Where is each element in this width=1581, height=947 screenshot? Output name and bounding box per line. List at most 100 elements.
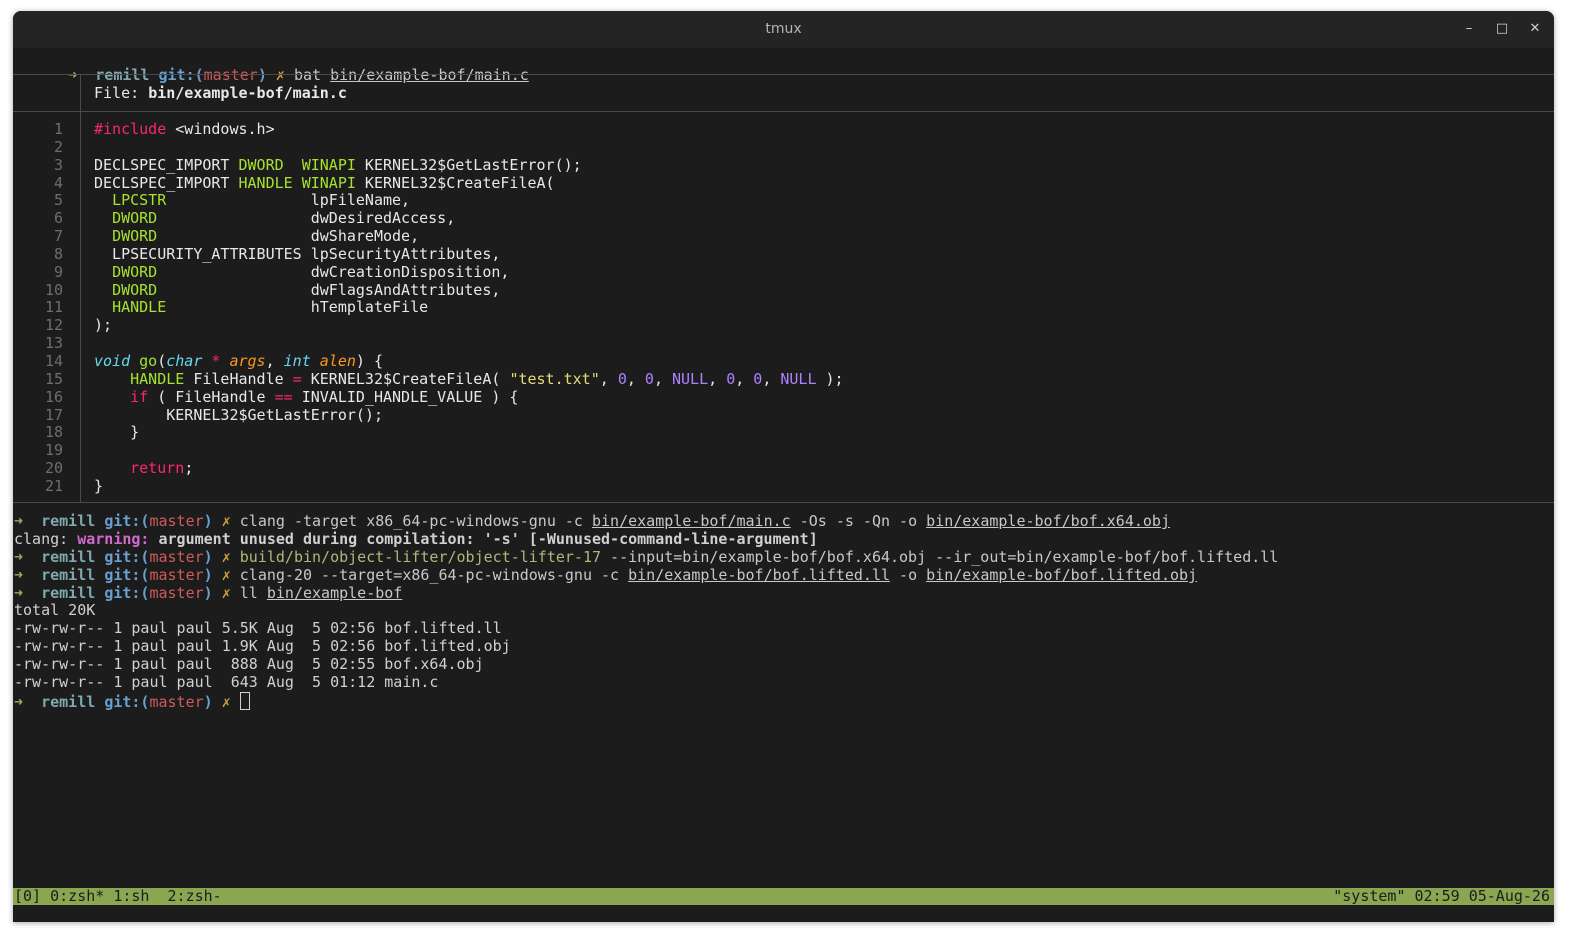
prompt-line: ➜ remill git:(master) ✗ build/bin/object… — [14, 548, 1279, 566]
maximize-icon[interactable]: □ — [1492, 19, 1512, 39]
command-text: clang -target x86_64-pc-windows-gnu -c — [239, 512, 592, 530]
command-name: ll — [239, 584, 267, 602]
code-token: 0 — [726, 369, 736, 388]
code-token: void — [94, 351, 131, 370]
code-token: } — [94, 476, 104, 495]
terminal-cursor[interactable] — [239, 692, 250, 710]
warning-prefix: clang: — [14, 530, 78, 548]
code-token: KERNEL32$CreateFileA( — [355, 173, 555, 192]
line-number: 15 — [44, 369, 63, 388]
code-token: DWORD — [112, 227, 158, 246]
bat-top-rule — [13, 74, 1554, 75]
line-number: 10 — [44, 280, 63, 299]
warning-label: warning: — [77, 530, 150, 548]
code-token: HANDLE — [112, 298, 167, 317]
code-token: #include — [94, 120, 167, 138]
window-title: tmux — [765, 21, 802, 37]
line-number: 11 — [44, 298, 63, 317]
code-token: int — [283, 351, 311, 370]
close-icon[interactable]: ✕ — [1525, 19, 1545, 39]
line-number: 16 — [44, 387, 63, 406]
code-token: DWORD — [112, 280, 158, 299]
command-text: clang-20 --target=x86_64-pc-windows-gnu … — [239, 566, 629, 584]
source-code: #include <windows.h> DECLSPEC_IMPORT DWO… — [94, 120, 844, 495]
code-token: 0 — [617, 369, 627, 388]
code-token: DECLSPEC_IMPORT — [94, 173, 239, 192]
code-token: KERNEL32$GetLastError(); — [355, 155, 582, 174]
bat-header-rule — [13, 111, 1554, 112]
code-token: ); — [816, 369, 844, 388]
code-token: lpFileName, — [166, 191, 411, 210]
line-number: 4 — [53, 173, 63, 192]
command-text: -o — [890, 566, 927, 584]
code-token: dwCreationDisposition, — [157, 262, 510, 281]
command-text: --input=bin/example-bof/bof.x64.obj --ir… — [601, 548, 1279, 566]
ls-row: -rw-rw-r-- 1 paul paul 643 Aug 5 01:12 m… — [14, 673, 439, 691]
code-token: DWORD — [112, 209, 158, 228]
code-token: WINAPI — [301, 173, 356, 192]
line-number: 13 — [44, 334, 63, 353]
ls-total: total 20K — [14, 601, 96, 619]
prompt-line: ➜ remill git:(master) ✗ ll bin/example-b… — [14, 584, 403, 602]
code-token: ); — [94, 316, 113, 335]
line-number: 19 — [44, 441, 63, 460]
code-token: "test.txt" — [509, 369, 600, 388]
code-token: ( FileHandle — [148, 387, 275, 406]
bat-gutter-divider — [80, 111, 81, 502]
code-token: DWORD — [238, 155, 284, 174]
code-token: dwDesiredAccess, — [157, 209, 456, 228]
warning-message: argument unused during compilation: '-s'… — [149, 530, 818, 548]
code-token: DECLSPEC_IMPORT — [94, 155, 239, 174]
line-number: 12 — [44, 316, 63, 335]
title-bar[interactable]: tmux – □ ✕ — [13, 11, 1554, 48]
code-token: } — [94, 423, 140, 442]
code-token: KERNEL32$GetLastError(); — [94, 405, 383, 424]
ls-row: -rw-rw-r-- 1 paul paul 5.5K Aug 5 02:56 … — [14, 619, 502, 637]
line-number: 9 — [53, 262, 63, 281]
code-token: dwShareMode, — [157, 227, 420, 246]
command-arg: bin/example-bof — [266, 584, 403, 602]
line-number: 21 — [44, 476, 63, 495]
code-token: <windows.h> — [166, 120, 275, 138]
line-number-gutter: 1 2 3 4 5 6 7 8 9 10 11 12 13 14 15 16 1… — [13, 120, 63, 496]
code-token: LPCSTR — [112, 191, 167, 210]
code-token: KERNEL32$CreateFileA( — [301, 369, 510, 388]
code-token: char — [166, 351, 203, 370]
code-token: hTemplateFile — [166, 298, 429, 317]
code-token: args — [229, 351, 266, 370]
line-number: 17 — [44, 405, 63, 424]
prompt-line: ➜ remill git:(master) ✗ clang -target x8… — [14, 512, 1170, 530]
code-token: NULL — [672, 369, 709, 388]
line-number: 20 — [44, 459, 63, 478]
line-number: 18 — [44, 423, 63, 442]
file-label: File: — [94, 84, 149, 102]
tmux-window-list[interactable]: [0] 0:zsh* 1:sh 2:zsh- — [14, 888, 222, 905]
bat-file-header: File: bin/example-bof/main.c — [94, 84, 347, 103]
code-token: 0 — [644, 369, 654, 388]
file-name: bin/example-bof/main.c — [148, 84, 347, 102]
terminal-window: tmux – □ ✕ ➜ remill git:(master) ✗ bat b… — [13, 11, 1554, 922]
command-name: build/bin/object-lifter/object-lifter-17 — [239, 548, 602, 566]
code-token: ; — [184, 459, 194, 478]
code-token: DWORD — [112, 262, 158, 281]
line-number: 6 — [53, 209, 63, 228]
ls-row: -rw-rw-r-- 1 paul paul 1.9K Aug 5 02:56 … — [14, 637, 511, 655]
bat-header-divider — [80, 74, 81, 111]
line-number: 8 — [53, 244, 63, 263]
active-prompt-line[interactable]: ➜ remill git:(master) ✗ — [14, 692, 1554, 711]
code-token: = — [292, 369, 302, 388]
code-token: == — [274, 387, 293, 406]
code-token: WINAPI — [301, 155, 356, 174]
line-number: 3 — [53, 155, 63, 174]
code-token: ) { — [355, 351, 383, 370]
code-token: return — [130, 459, 185, 478]
code-token: NULL — [780, 369, 817, 388]
terminal-pane[interactable]: ➜ remill git:(master) ✗ bat bin/example-… — [13, 48, 1554, 922]
minimize-icon[interactable]: – — [1459, 19, 1479, 39]
tmux-status-right: "system" 02:59 05-Aug-26 — [1333, 887, 1550, 905]
code-token: alen — [319, 351, 356, 370]
line-number: 2 — [53, 137, 63, 156]
code-token: go — [139, 351, 158, 370]
command-arg: bin/example-bof/bof.lifted.obj — [926, 566, 1198, 584]
code-token: LPSECURITY_ATTRIBUTES lpSecurityAttribut… — [94, 244, 501, 263]
